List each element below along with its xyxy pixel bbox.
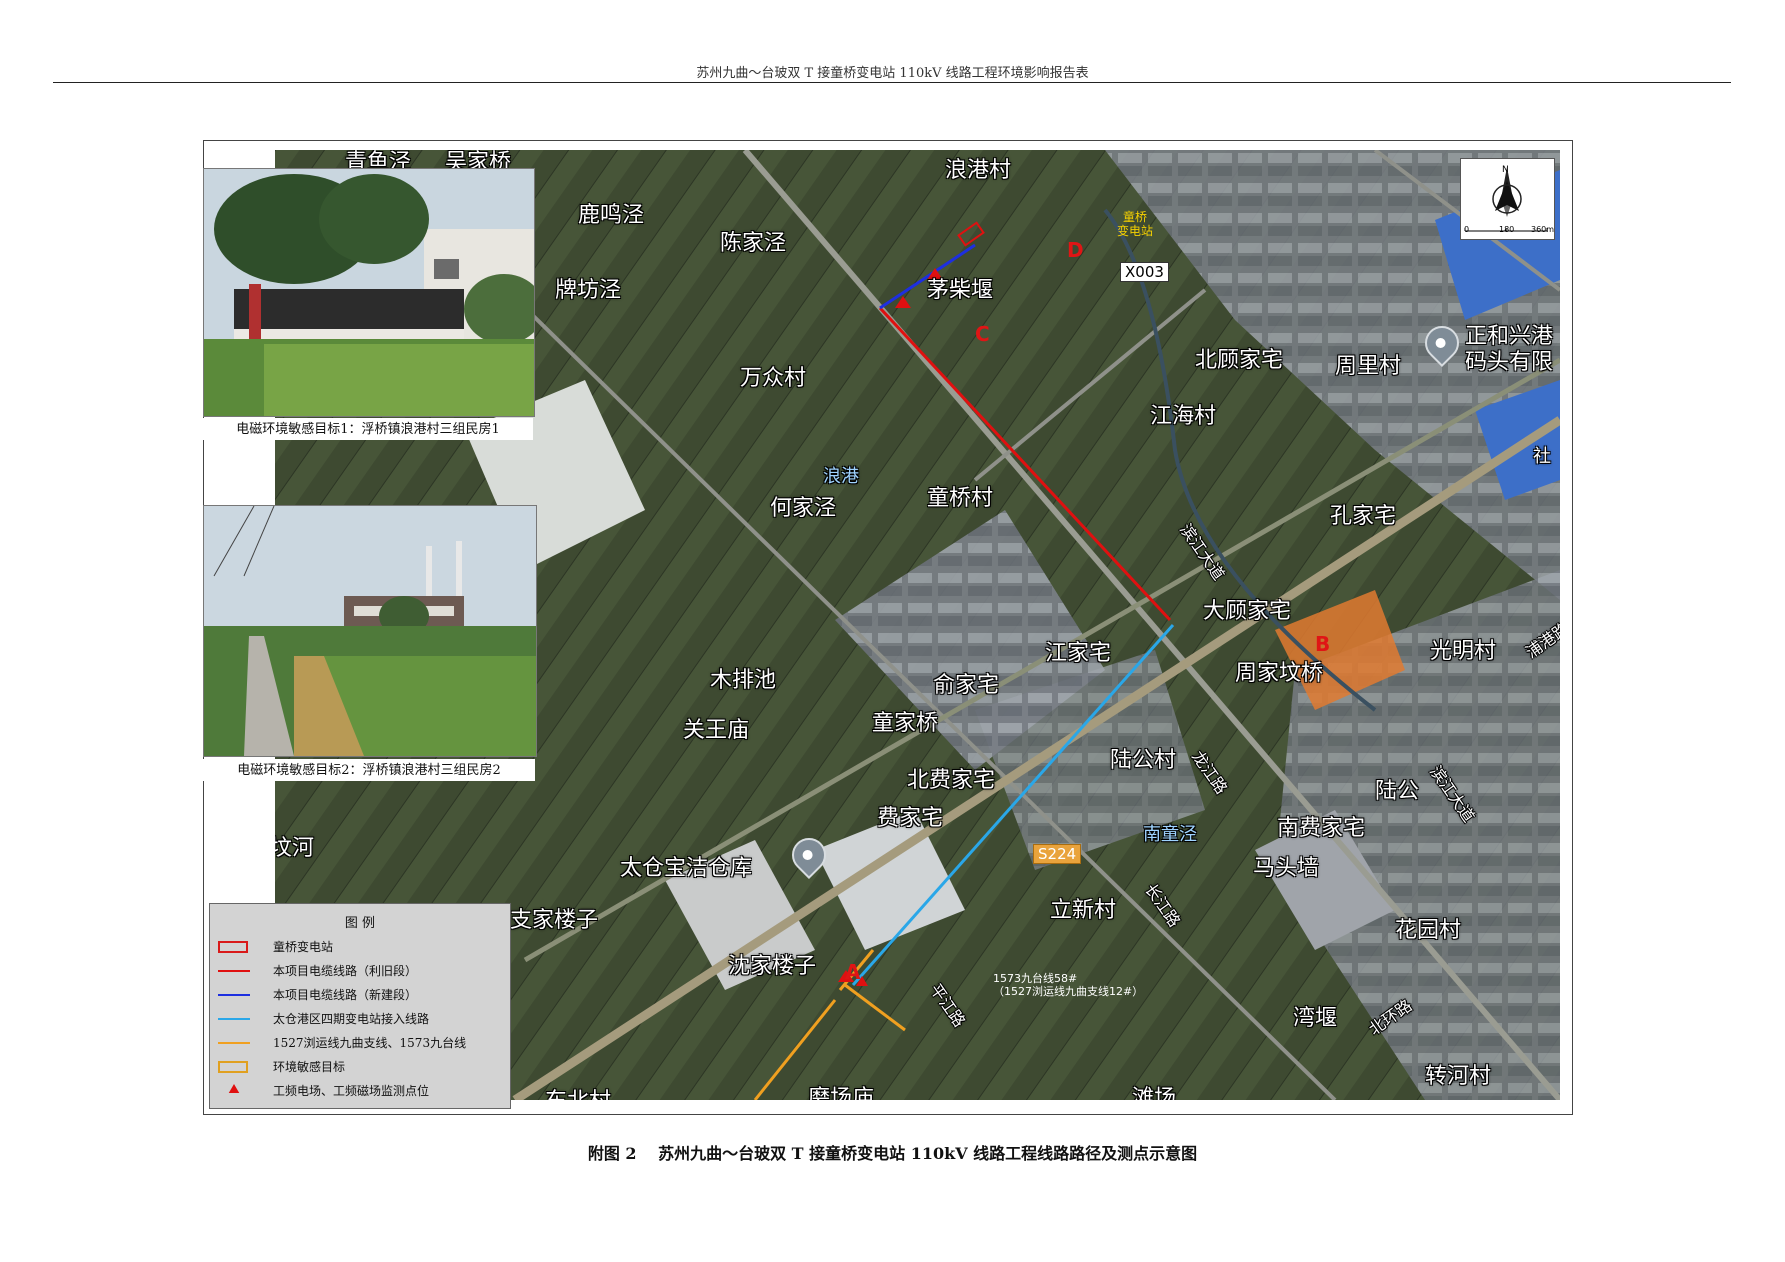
legend-label: 本项目电缆线路（利旧段） [273, 964, 418, 978]
place-label: 支家楼子 [510, 908, 599, 933]
legend-label: 童桥变电站 [273, 940, 334, 954]
substation-label-line: 变电站 [1117, 224, 1154, 238]
photo-caption-2: 电磁环境敏感目标2：浮桥镇浪港村三组民房2 [203, 759, 535, 781]
north-label: N [1502, 165, 1509, 175]
figure-caption: 附图 2 苏州九曲～台玻双 T 接童桥变电站 110kV 线路工程线路路径及测点… [587, 1144, 1198, 1163]
cyan-line-icon [218, 1018, 250, 1020]
place-label: 鹿鸣泾 [578, 203, 645, 228]
blue-line-icon [218, 994, 250, 996]
north-arrow-scale: N 0 180 360m [1460, 158, 1555, 240]
legend-label: 环境敏感目标 [273, 1060, 346, 1074]
triangle-icon [228, 1084, 240, 1093]
header-rule [53, 82, 1731, 83]
place-label: 童桥村 [927, 486, 994, 511]
place-label: 沈家楼子 [728, 954, 817, 979]
place-label: 太仓宝洁仓库 [620, 856, 753, 881]
scale-label: 0 [1464, 225, 1470, 234]
place-label: 东北村 [545, 1083, 611, 1100]
place-label: 陆公 [1375, 779, 1420, 804]
place-label: 关王庙 [683, 718, 750, 743]
photo-image [204, 506, 536, 756]
place-label: 费家宅 [877, 806, 944, 831]
place-label: 孔家宅 [1330, 504, 1397, 529]
place-label: 立新村 [1050, 898, 1117, 923]
sensitive-target-rect-icon [218, 1061, 248, 1073]
pole-annotation: 1573九台线58# （1527浏运线九曲支线12#） [993, 972, 1143, 998]
substation-label-line: 童桥 [1123, 210, 1148, 224]
place-label: 江家宅 [1045, 641, 1112, 666]
place-label: 马头墙 [1253, 856, 1320, 881]
substation-rect-icon [218, 941, 248, 953]
place-label: 陈家泾 [720, 231, 787, 256]
place-label: 茅柴堰 [927, 278, 994, 303]
place-label: 坟河 [275, 836, 315, 861]
place-label: 何家泾 [770, 496, 837, 521]
point-b[interactable]: B [1315, 632, 1330, 656]
photo-caption-1: 电磁环境敏感目标1：浮桥镇浪港村三组民房1 [203, 418, 533, 440]
place-label: 周里村 [1335, 354, 1402, 379]
place-label: 社 [1533, 446, 1551, 467]
photo-image [204, 169, 534, 416]
place-label: 牌坊泾 [555, 278, 622, 303]
point-d[interactable]: D [1067, 238, 1084, 262]
scale-label: 360m [1531, 225, 1555, 234]
place-label: 陆公村 [1110, 748, 1177, 773]
point-c[interactable]: C [975, 322, 990, 346]
place-label: 湾堰 [1293, 1006, 1338, 1031]
place-label: 花园村 [1395, 918, 1462, 943]
place-label: 周家坟桥 [1235, 661, 1324, 686]
place-label: 万众村 [740, 366, 807, 391]
red-line-icon [218, 970, 250, 972]
place-label: 北顾家宅 [1195, 348, 1284, 373]
place-label: 童家桥 [872, 711, 939, 736]
substation-label: 童桥 变电站 [1117, 210, 1153, 238]
photo-sensitive-target-2 [203, 505, 537, 757]
legend-label: 太仓港区四期变电站接入线路 [273, 1012, 430, 1026]
place-label: 码头有限 [1465, 350, 1554, 375]
pole-annotation-line: （1527浏运线九曲支线12#） [993, 985, 1144, 998]
photo-sensitive-target-1 [203, 168, 535, 417]
page-header: 苏州九曲～台玻双 T 接童桥变电站 110kV 线路工程环境影响报告表 [696, 66, 1089, 81]
road-tag-x003: X003 [1120, 262, 1169, 282]
map-legend: 图 例 童桥变电站 本项目电缆线路（利旧段） 本项目电缆线路（新建段） 太仓港区… [209, 903, 511, 1109]
place-label: 南童泾 [1143, 824, 1197, 845]
legend-label: 本项目电缆线路（新建段） [273, 988, 418, 1002]
place-label: 浪港 [823, 466, 859, 487]
place-label: 浪港村 [945, 158, 1012, 183]
place-label: 木排池 [710, 668, 777, 693]
orange-line-icon [218, 1042, 250, 1044]
scale-label: 180 [1499, 225, 1515, 234]
place-label: 光明村 [1430, 639, 1497, 664]
legend-label: 1527浏运线九曲支线、1573九台线 [273, 1036, 467, 1050]
place-label: 江海村 [1150, 404, 1217, 429]
place-label: 北费家宅 [907, 768, 996, 793]
place-label: 南费家宅 [1277, 816, 1366, 841]
point-a[interactable]: A [845, 960, 860, 984]
place-label: 磨场庙 [808, 1086, 875, 1100]
road-tag-s224: S224 [1033, 844, 1082, 864]
place-label: 俞家宅 [933, 673, 1000, 698]
pole-annotation-line: 1573九台线58# [993, 972, 1078, 985]
legend-title: 图 例 [344, 916, 376, 931]
place-label: 转河村 [1425, 1064, 1492, 1089]
place-label: 滩场 [1132, 1086, 1177, 1100]
legend-label: 工频电场、工频磁场监测点位 [273, 1084, 430, 1098]
place-label: 大顾家宅 [1203, 599, 1292, 624]
